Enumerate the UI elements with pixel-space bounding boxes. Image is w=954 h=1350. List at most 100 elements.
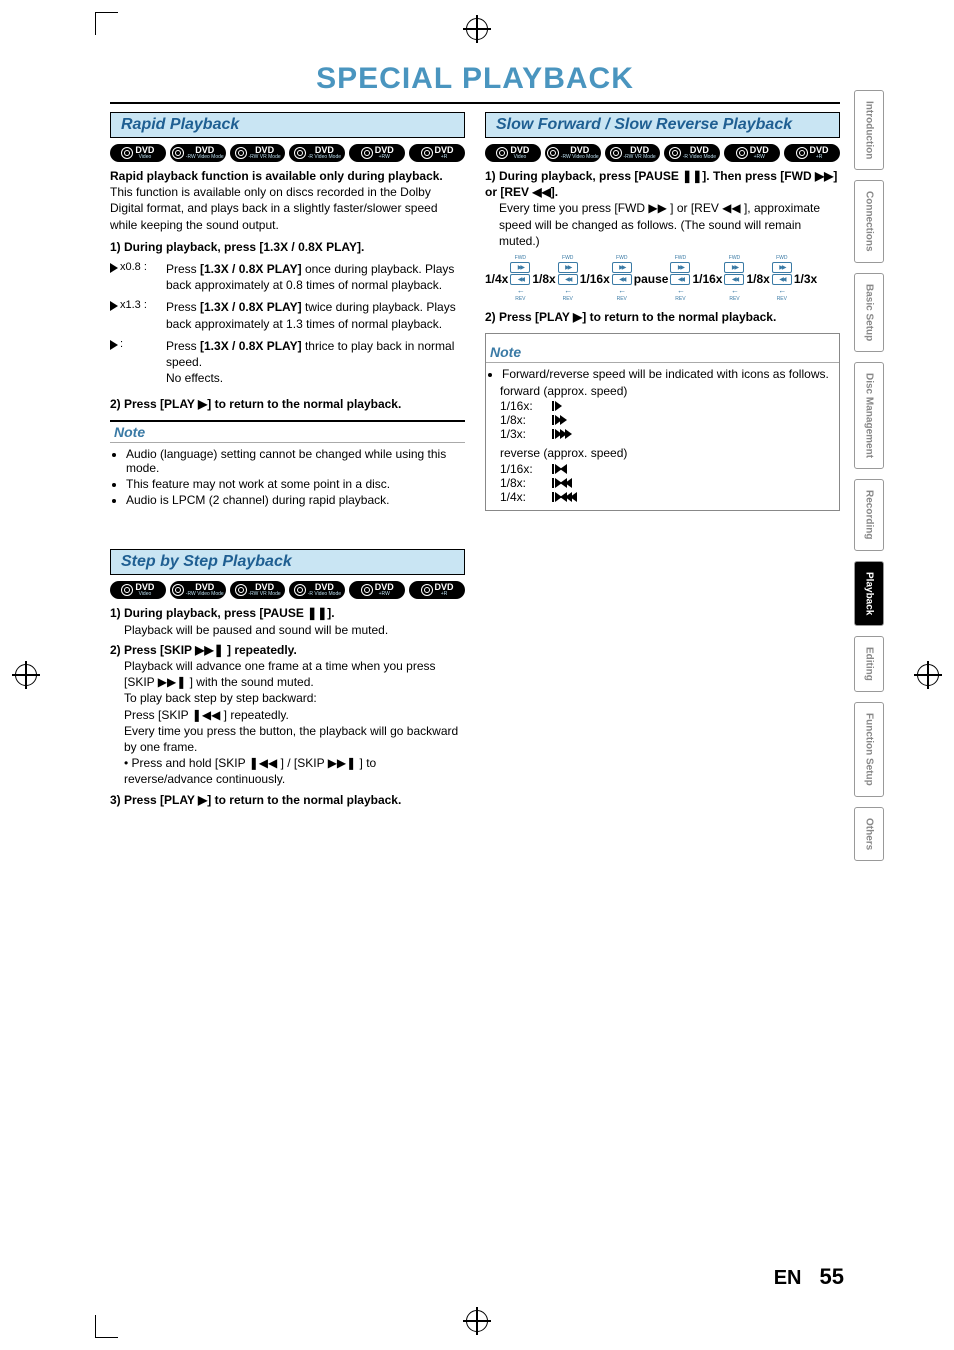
- speed-label: 1/16x: [692, 272, 722, 286]
- disc-icon: [235, 147, 247, 159]
- slow-rev-icon: [552, 492, 577, 502]
- side-tab[interactable]: Basic Setup: [854, 273, 884, 352]
- rapid-speed-row: x1.3 :Press [1.3X / 0.8X PLAY] twice dur…: [110, 299, 465, 331]
- disc-badge: DVD-R Video Mode: [289, 144, 345, 162]
- side-tab[interactable]: Recording: [854, 479, 884, 550]
- disc-icon: [294, 147, 306, 159]
- side-tab-label: Introduction: [864, 101, 875, 159]
- registration-mark-icon: [15, 664, 37, 686]
- side-tab[interactable]: Introduction: [854, 90, 884, 170]
- disc-icon: [421, 147, 433, 159]
- play-icon: [110, 301, 118, 311]
- slow-fwd-icon: [552, 401, 562, 411]
- speed-label: 1/8x: [532, 272, 555, 286]
- slow-fwd-icon: [552, 429, 572, 439]
- page-footer: EN 55: [774, 1264, 844, 1290]
- disc-badge: DVD+RW: [349, 581, 405, 599]
- disc-badge: DVD-RW VR Mode: [230, 581, 286, 599]
- speed-label: pause: [634, 272, 669, 286]
- disc-badge: DVDVideo: [485, 144, 541, 162]
- speed-label: 1/16x: [580, 272, 610, 286]
- side-tab-label: Editing: [864, 647, 875, 681]
- step-s2d: Press [SKIP ❚◀◀ ] repeatedly.: [124, 707, 465, 723]
- side-tab-label: Disc Management: [864, 373, 875, 458]
- side-tab-label: Recording: [864, 490, 875, 539]
- step-s1: 1) During playback, press [PAUSE ❚❚].: [110, 605, 465, 621]
- disc-badge: DVD+R: [409, 581, 465, 599]
- disc-icon: [669, 147, 681, 159]
- step-s2f: • Press and hold [SKIP ❚◀◀ ] / [SKIP ▶▶❚…: [124, 755, 465, 787]
- speed-icon-row: 1/8x:: [500, 413, 839, 427]
- section-heading-rapid: Rapid Playback: [110, 112, 465, 138]
- right-column: Slow Forward / Slow Reverse Playback DVD…: [485, 112, 840, 808]
- disc-icon: [361, 147, 373, 159]
- rapid-desc: This function is available only on discs…: [110, 184, 465, 233]
- note-box: Note Forward/reverse speed will be indic…: [485, 333, 840, 510]
- rapid-speed-row: :Press [1.3X / 0.8X PLAY] thrice to play…: [110, 338, 465, 387]
- speed-diagram: 1/4xFWD▶▶◀◀←REV1/8xFWD▶▶◀◀←REV1/16xFWD▶▶…: [485, 255, 840, 303]
- rapid-step2: 2) Press [PLAY ▶] to return to the norma…: [110, 396, 465, 412]
- disc-icon: [172, 584, 184, 596]
- page: SPECIAL PLAYBACK Rapid Playback DVDVideo…: [0, 0, 954, 1350]
- note-item: This feature may not work at some point …: [126, 477, 465, 491]
- side-tab[interactable]: Others: [854, 807, 884, 861]
- disc-icon: [235, 584, 247, 596]
- note-heading: Note: [486, 342, 839, 363]
- side-tab-label: Playback: [864, 572, 875, 615]
- step-s3: 3) Press [PLAY ▶] to return to the norma…: [110, 792, 465, 808]
- disc-badge: DVD-R Video Mode: [289, 581, 345, 599]
- registration-mark-icon: [466, 18, 488, 40]
- disc-badge: DVD+RW: [349, 144, 405, 162]
- rapid-speed-row: x0.8 :Press [1.3X / 0.8X PLAY] once duri…: [110, 261, 465, 293]
- disc-badge: DVD+R: [409, 144, 465, 162]
- disc-badge: DVDVideo: [110, 144, 166, 162]
- disc-icon: [172, 147, 184, 159]
- fwd-rev-key-icon: FWD▶▶◀◀←REV: [724, 255, 744, 302]
- fwd-rev-key-icon: FWD▶▶◀◀←REV: [772, 255, 792, 302]
- footer-page: 55: [820, 1264, 844, 1290]
- side-tab-label: Function Setup: [864, 713, 875, 786]
- note-item: Audio (language) setting cannot be chang…: [126, 447, 465, 475]
- speed-label: 1/8x: [746, 272, 769, 286]
- disc-icon: [121, 147, 133, 159]
- note-item: Forward/reverse speed will be indicated …: [502, 367, 839, 381]
- side-tab[interactable]: Playback: [854, 561, 884, 626]
- disc-icon: [796, 147, 808, 159]
- disc-icon: [294, 584, 306, 596]
- disc-icon: [121, 584, 133, 596]
- speed-label: 1/3x: [794, 272, 817, 286]
- side-tab[interactable]: Function Setup: [854, 702, 884, 797]
- disc-icon: [736, 147, 748, 159]
- side-tab-label: Connections: [864, 191, 875, 252]
- disc-type-row: DVDVideoDVD-RW Video ModeDVD-RW VR ModeD…: [110, 144, 465, 162]
- side-tab[interactable]: Disc Management: [854, 362, 884, 469]
- rapid-step1: 1) During playback, press [1.3X / 0.8X P…: [110, 239, 465, 255]
- slow-s2: 2) Press [PLAY ▶] to return to the norma…: [485, 309, 840, 325]
- note-heading: Note: [110, 420, 465, 443]
- page-title: SPECIAL PLAYBACK: [110, 62, 840, 96]
- disc-icon: [361, 584, 373, 596]
- slow-fwd-icon: [552, 415, 567, 425]
- note-item: Audio is LPCM (2 channel) during rapid p…: [126, 493, 465, 507]
- disc-type-row: DVDVideoDVD-RW Video ModeDVD-RW VR ModeD…: [485, 144, 840, 162]
- disc-icon: [421, 584, 433, 596]
- side-tab-label: Others: [864, 818, 875, 850]
- disc-badge: DVD-RW VR Mode: [230, 144, 286, 162]
- speed-icon-row: 1/16x:: [500, 462, 839, 476]
- crop-mark-icon: [95, 1315, 118, 1338]
- section-heading-step: Step by Step Playback: [110, 549, 465, 575]
- side-tab[interactable]: Connections: [854, 180, 884, 263]
- play-icon: [110, 340, 118, 350]
- disc-badge: DVD-R Video Mode: [664, 144, 720, 162]
- disc-type-row: DVDVideoDVD-RW Video ModeDVD-RW VR ModeD…: [110, 581, 465, 599]
- note-list: Audio (language) setting cannot be chang…: [110, 447, 465, 507]
- side-tab[interactable]: Editing: [854, 636, 884, 692]
- fwd-rev-key-icon: FWD▶▶◀◀←REV: [510, 255, 530, 302]
- footer-lang: EN: [774, 1267, 802, 1290]
- side-tab-label: Basic Setup: [864, 284, 875, 341]
- fwd-label: forward (approx. speed): [500, 383, 839, 399]
- fwd-rev-key-icon: FWD▶▶◀◀←REV: [670, 255, 690, 302]
- crop-mark-icon: [95, 12, 118, 35]
- speed-icon-row: 1/16x:: [500, 399, 839, 413]
- slow-rev-icon: [552, 464, 567, 474]
